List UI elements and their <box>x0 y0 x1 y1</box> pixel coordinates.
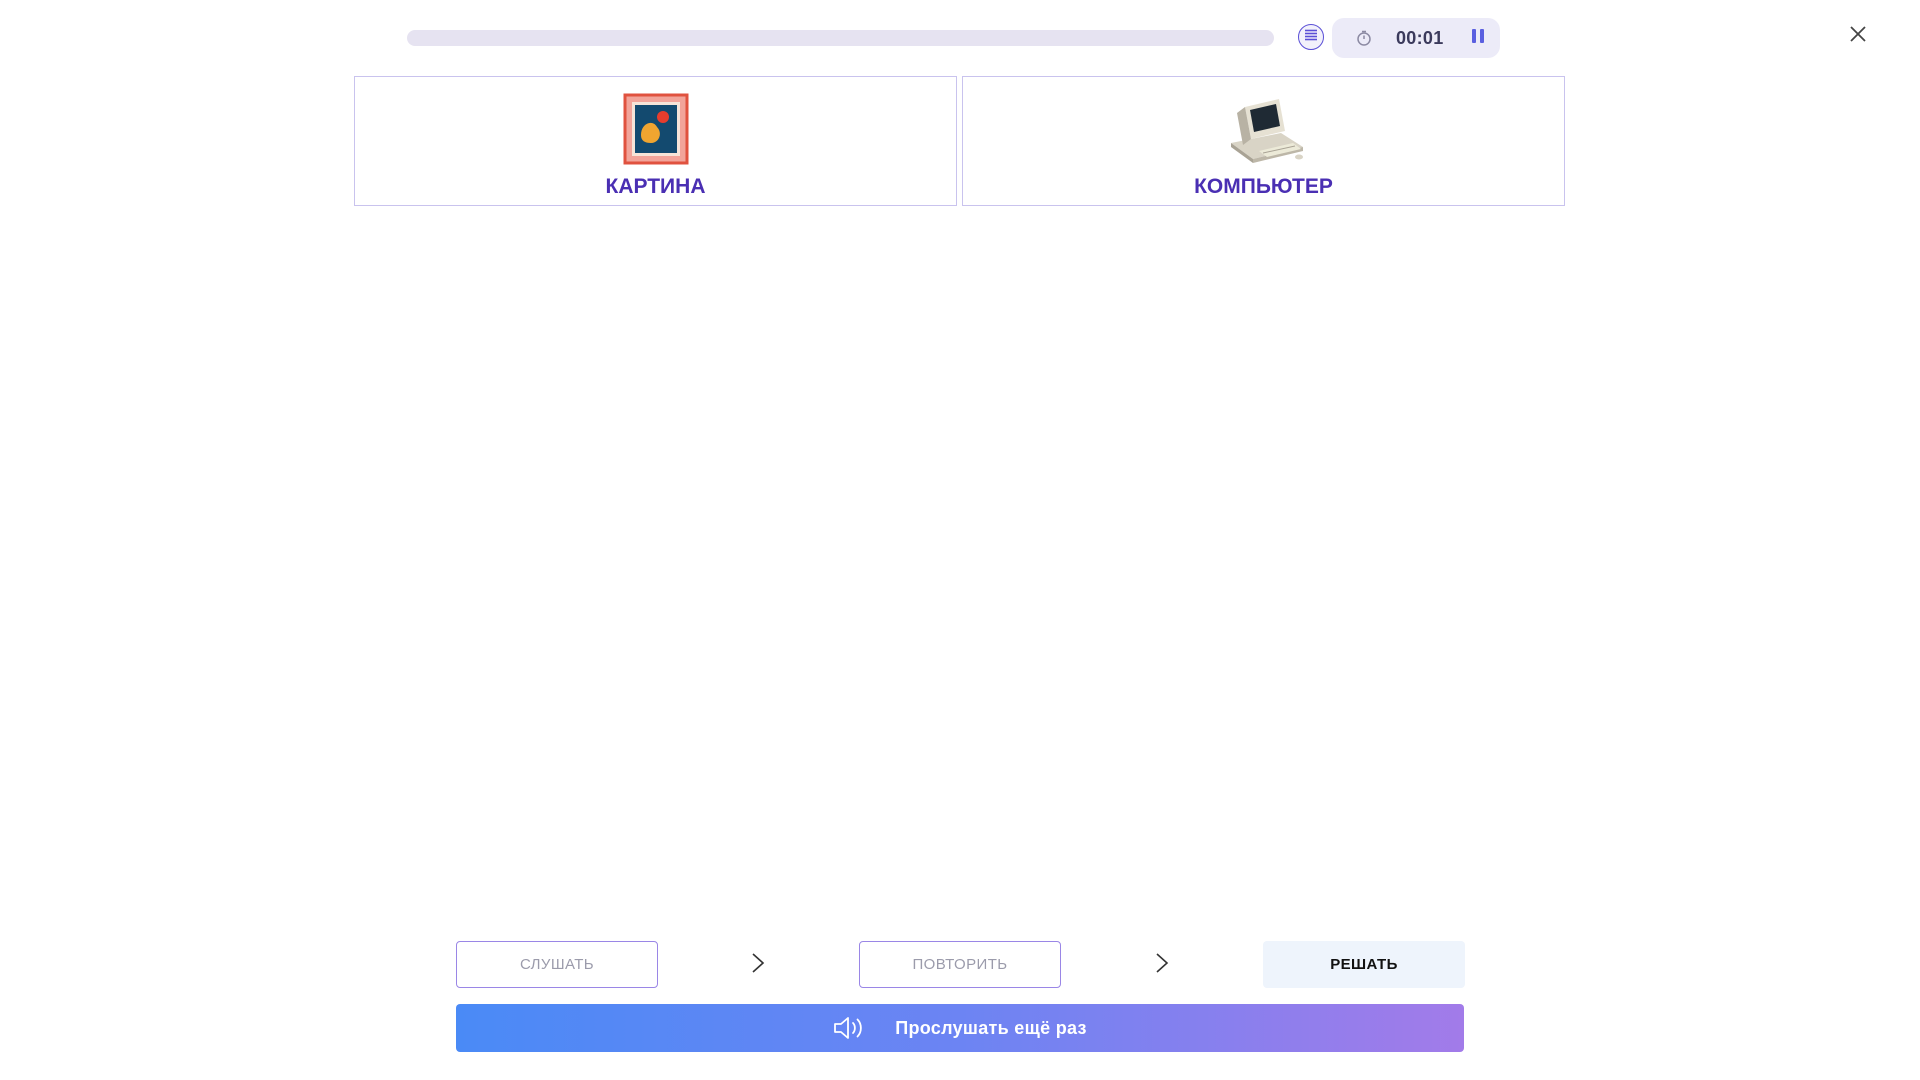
timer-panel: 00:01 <box>1332 18 1500 58</box>
stopwatch-icon <box>1354 28 1374 48</box>
close-button[interactable] <box>1846 24 1870 48</box>
pause-icon <box>1470 28 1486 49</box>
answer-card-computer[interactable]: КОМПЬЮТЕР <box>962 76 1565 206</box>
timer-value: 00:01 <box>1396 27 1444 48</box>
pause-button[interactable] <box>1468 28 1488 48</box>
chevron-right-icon <box>1156 953 1169 973</box>
computer-icon <box>1219 93 1309 165</box>
card-label: КАРТИНА <box>605 175 706 198</box>
speaker-icon <box>833 1015 865 1041</box>
close-icon <box>1849 25 1867 48</box>
exercise-screen: 00:01 КАРТИНА КОМПЬЮТЕР СЛУШАТЬ ПОВТОРИТ… <box>0 0 1920 1080</box>
list-button[interactable] <box>1298 24 1324 50</box>
step-repeat-button[interactable]: ПОВТОРИТЬ <box>859 941 1061 988</box>
chevron-right-icon <box>752 953 765 973</box>
framed-picture-icon <box>611 93 701 165</box>
answer-card-picture[interactable]: КАРТИНА <box>354 76 957 206</box>
step-listen-button[interactable]: СЛУШАТЬ <box>456 941 658 988</box>
list-icon <box>1304 28 1318 46</box>
listen-again-button[interactable]: Прослушать ещё раз <box>456 1004 1464 1052</box>
progress-bar <box>407 30 1274 46</box>
listen-again-label: Прослушать ещё раз <box>895 1017 1087 1038</box>
step-solve-button[interactable]: РЕШАТЬ <box>1263 941 1465 988</box>
card-label: КОМПЬЮТЕР <box>1194 175 1333 198</box>
